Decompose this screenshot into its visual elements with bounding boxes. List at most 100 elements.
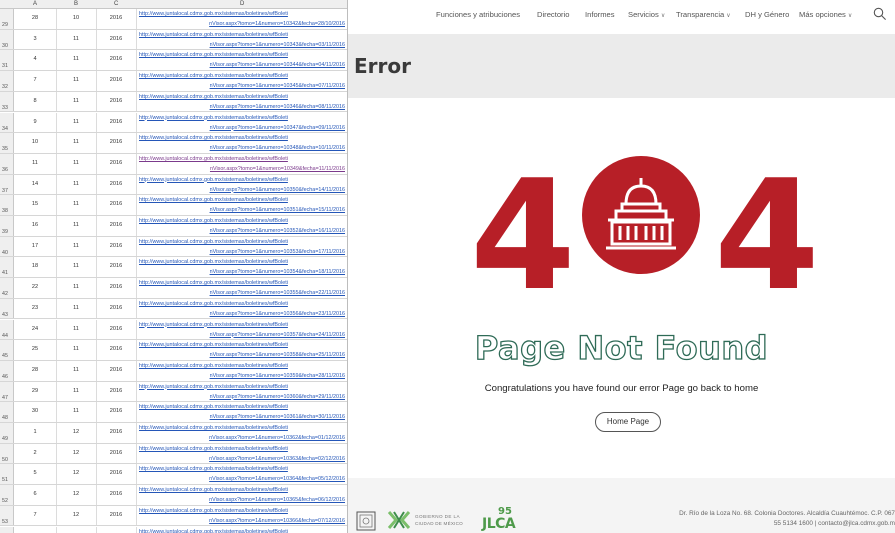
- url-line-2[interactable]: nVisor.aspx?tomo=1&numero=10358&fecha=25…: [137, 350, 347, 360]
- url-line-2[interactable]: nVisor.aspx?tomo=1&numero=10360&fecha=29…: [137, 392, 347, 402]
- cell-year[interactable]: 2016: [96, 160, 136, 166]
- cell-day[interactable]: 14: [14, 181, 56, 187]
- row-number[interactable]: 31: [0, 50, 14, 71]
- row-number[interactable]: 40: [0, 236, 14, 257]
- cell-month[interactable]: 12: [56, 450, 96, 456]
- url-line-1[interactable]: http://www.juntalocal.cdmx.gob.mx/sistem…: [137, 382, 347, 392]
- cell-url-link[interactable]: http://www.juntalocal.cdmx.gob.mx/sistem…: [137, 527, 347, 533]
- cell-day[interactable]: 10: [14, 139, 56, 145]
- row-number[interactable]: 29: [0, 9, 14, 29]
- cell-month[interactable]: 11: [56, 139, 96, 145]
- table-row[interactable]: 53 7 12 2016 http://www.juntalocal.cdmx.gob.…: [0, 505, 347, 527]
- cell-url-link[interactable]: http://www.juntalocal.cdmx.gob.mx/sistem…: [137, 340, 347, 360]
- table-row[interactable]: 30 3 11 2016 http://www.juntalocal.cdmx.gob.…: [0, 29, 347, 51]
- url-line-2[interactable]: nVisor.aspx?tomo=1&numero=10361&fecha=30…: [137, 412, 347, 422]
- cell-day[interactable]: 4: [14, 56, 56, 62]
- row-number[interactable]: 30: [0, 29, 14, 50]
- cell-day[interactable]: 8: [14, 98, 56, 104]
- cell-url-link[interactable]: http://www.juntalocal.cdmx.gob.mx/sistem…: [137, 361, 347, 381]
- url-line-1[interactable]: http://www.juntalocal.cdmx.gob.mx/sistem…: [137, 506, 347, 516]
- cell-month[interactable]: 11: [56, 119, 96, 125]
- cell-month[interactable]: 11: [56, 367, 96, 373]
- cell-month[interactable]: 10: [56, 15, 96, 21]
- cell-day[interactable]: 11: [14, 160, 56, 166]
- table-row[interactable]: 37 14 11 2016 http://www.juntalocal.cdmx.gob…: [0, 174, 347, 196]
- cell-url-link[interactable]: http://www.juntalocal.cdmx.gob.mx/sistem…: [137, 30, 347, 50]
- cell-year[interactable]: 2016: [96, 98, 136, 104]
- home-page-button[interactable]: Home Page: [595, 412, 661, 432]
- cell-year[interactable]: 2016: [96, 284, 136, 290]
- cell-url-link[interactable]: http://www.juntalocal.cdmx.gob.mx/sistem…: [137, 71, 347, 91]
- cell-month[interactable]: 11: [56, 56, 96, 62]
- cell-day[interactable]: 28: [14, 15, 56, 21]
- url-line-2[interactable]: nVisor.aspx?tomo=1&numero=10357&fecha=24…: [137, 330, 347, 340]
- cell-day[interactable]: 23: [14, 305, 56, 311]
- row-number[interactable]: 43: [0, 298, 14, 319]
- cell-month[interactable]: 12: [56, 491, 96, 497]
- cell-year[interactable]: 2016: [96, 181, 136, 187]
- cell-year[interactable]: 2016: [96, 263, 136, 269]
- cell-month[interactable]: 11: [56, 201, 96, 207]
- nav-item-dh-y-g-nero[interactable]: DH y Género: [745, 10, 789, 19]
- url-line-2[interactable]: nVisor.aspx?tomo=1&numero=10351&fecha=15…: [137, 205, 347, 215]
- url-line-1[interactable]: http://www.juntalocal.cdmx.gob.mx/sistem…: [137, 278, 347, 288]
- cell-month[interactable]: 11: [56, 160, 96, 166]
- cell-day[interactable]: 16: [14, 222, 56, 228]
- url-line-2[interactable]: nVisor.aspx?tomo=1&numero=10354&fecha=18…: [137, 267, 347, 277]
- nav-item-m-s-opciones[interactable]: Más opciones ∨: [799, 10, 852, 19]
- table-row[interactable]: 45 25 11 2016 http://www.juntalocal.cdmx.gob…: [0, 340, 347, 361]
- url-line-2[interactable]: nVisor.aspx?tomo=1&numero=10364&fecha=05…: [137, 474, 347, 484]
- url-line-2[interactable]: nVisor.aspx?tomo=1&numero=10362&fecha=01…: [137, 433, 347, 443]
- url-line-2[interactable]: nVisor.aspx?tomo=1&numero=10346&fecha=08…: [137, 102, 347, 112]
- url-line-1[interactable]: http://www.juntalocal.cdmx.gob.mx/sistem…: [137, 444, 347, 454]
- cell-month[interactable]: 11: [56, 222, 96, 228]
- cell-year[interactable]: 2016: [96, 201, 136, 207]
- row-number[interactable]: 35: [0, 133, 14, 153]
- search-icon[interactable]: [873, 7, 887, 21]
- cell-year[interactable]: 2016: [96, 470, 136, 476]
- nav-item-servicios[interactable]: Servicios ∨: [628, 10, 665, 19]
- cell-year[interactable]: 2016: [96, 36, 136, 42]
- cell-day[interactable]: 24: [14, 326, 56, 332]
- row-number[interactable]: 38: [0, 195, 14, 215]
- row-number[interactable]: 53: [0, 505, 14, 526]
- row-number[interactable]: 39: [0, 216, 14, 236]
- table-row[interactable]: 47 29 11 2016 http://www.juntalocal.cdmx.gob…: [0, 381, 347, 403]
- cell-url-link[interactable]: http://www.juntalocal.cdmx.gob.mx/sistem…: [137, 133, 347, 153]
- cell-month[interactable]: 11: [56, 346, 96, 352]
- cell-url-link[interactable]: http://www.juntalocal.cdmx.gob.mx/sistem…: [137, 257, 347, 277]
- url-line-2[interactable]: nVisor.aspx?tomo=1&numero=10366&fecha=07…: [137, 516, 347, 526]
- url-line-1[interactable]: http://www.juntalocal.cdmx.gob.mx/sistem…: [137, 257, 347, 267]
- url-line-2[interactable]: nVisor.aspx?tomo=1&numero=10350&fecha=14…: [137, 185, 347, 195]
- url-line-1[interactable]: http://www.juntalocal.cdmx.gob.mx/sistem…: [137, 113, 347, 123]
- table-row[interactable]: 29 28 10 2016 http://www.juntalocal.cdmx.gob…: [0, 9, 347, 30]
- cell-year[interactable]: 2016: [96, 450, 136, 456]
- url-line-2[interactable]: nVisor.aspx?tomo=1&numero=10345&fecha=07…: [137, 81, 347, 91]
- nav-item-directorio[interactable]: Directorio: [537, 10, 570, 19]
- row-number[interactable]: 46: [0, 360, 14, 381]
- nav-item-funciones-y-atribuciones[interactable]: Funciones y atribuciones: [436, 10, 520, 19]
- cell-year[interactable]: 2016: [96, 305, 136, 311]
- table-row[interactable]: 33 8 11 2016 http://www.juntalocal.cdmx.gob.…: [0, 91, 347, 113]
- cell-month[interactable]: 11: [56, 98, 96, 104]
- cell-month[interactable]: 11: [56, 263, 96, 269]
- cell-url-link[interactable]: http://www.juntalocal.cdmx.gob.mx/sistem…: [137, 506, 347, 526]
- nav-item-transparencia[interactable]: Transparencia ∨: [676, 10, 731, 19]
- row-number[interactable]: 51: [0, 464, 14, 485]
- cell-day[interactable]: 1: [14, 429, 56, 435]
- url-line-2[interactable]: nVisor.aspx?tomo=1&numero=10353&fecha=17…: [137, 247, 347, 257]
- cell-url-link[interactable]: http://www.juntalocal.cdmx.gob.mx/sistem…: [137, 464, 347, 484]
- row-number[interactable]: 41: [0, 257, 14, 278]
- cell-month[interactable]: 12: [56, 429, 96, 435]
- url-line-1[interactable]: http://www.juntalocal.cdmx.gob.mx/sistem…: [137, 320, 347, 330]
- cell-day[interactable]: 18: [14, 263, 56, 269]
- cell-month[interactable]: 11: [56, 305, 96, 311]
- column-header-b[interactable]: B: [74, 1, 78, 7]
- url-line-1[interactable]: http://www.juntalocal.cdmx.gob.mx/sistem…: [137, 340, 347, 350]
- cell-month[interactable]: 11: [56, 181, 96, 187]
- cell-year[interactable]: 2016: [96, 15, 136, 21]
- row-number[interactable]: 50: [0, 443, 14, 464]
- url-line-2[interactable]: nVisor.aspx?tomo=1&numero=10355&fecha=22…: [137, 288, 347, 298]
- cell-day[interactable]: 22: [14, 284, 56, 290]
- url-line-1[interactable]: http://www.juntalocal.cdmx.gob.mx/sistem…: [137, 237, 347, 247]
